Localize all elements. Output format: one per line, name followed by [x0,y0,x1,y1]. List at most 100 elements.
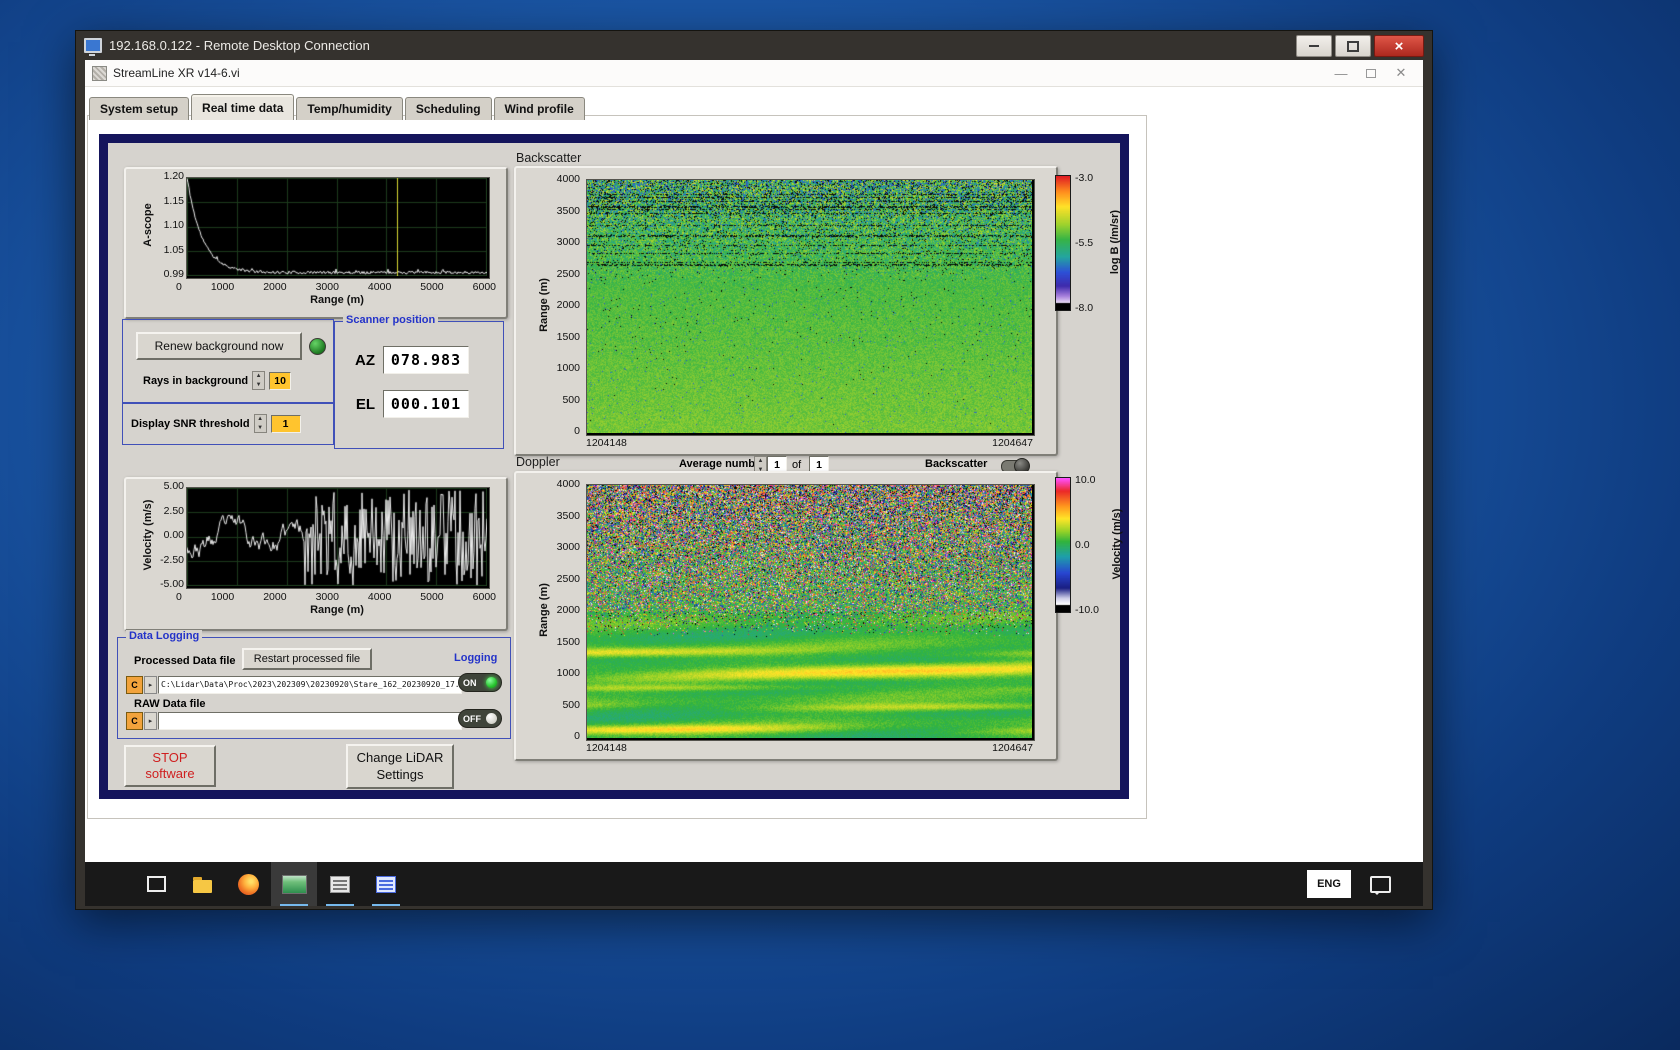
backscatter-plot-area [586,179,1035,436]
notes-app-button[interactable] [363,862,409,906]
firefox-icon [237,873,259,895]
doppler-heatmap-canvas [587,485,1032,738]
tick-label: 4000 [367,591,392,603]
backscatter-colorbar-title: log B (/m/sr) [1109,209,1121,275]
task-view-button[interactable] [133,862,179,906]
tick-label: 1000 [556,667,580,679]
language-indicator[interactable]: ENG [1307,870,1351,898]
tab-wind-profile[interactable]: Wind profile [493,97,585,120]
backscatter-time-start: 1204148 [586,437,627,449]
raw-logging-toggle[interactable]: OFF [458,709,502,728]
tick-label: 10.0 [1075,474,1096,486]
tick-label: 5000 [420,591,444,603]
tick-label: 0.0 [1075,539,1090,551]
tick-label: 4000 [367,281,392,293]
rays-in-background-label: Rays in background [143,374,249,387]
restore-icon [1347,40,1359,52]
tick-label: 3500 [556,204,580,217]
app-close-button[interactable]: ✕ [1386,64,1416,82]
display-snr-threshold-field[interactable]: 1 [270,414,301,433]
toggle-led [486,713,497,724]
doppler-y-axis-label: Range (m) [538,583,550,637]
rdp-window-title: 192.168.0.122 - Remote Desktop Connectio… [109,38,370,53]
tick-label: 3000 [556,541,580,553]
doppler-colorbar-title: Velocity (m/s) [1111,508,1123,580]
tick-label: 1.20 [163,170,184,182]
snr-spinner[interactable]: ▲ ▼ [253,414,267,433]
app-minimize-button[interactable]: — [1326,64,1356,82]
backscatter-heatmap-canvas [587,180,1032,433]
raw-path-control: C ▸ [126,712,462,730]
doppler-y-ticks: 4000 3500 3000 2500 2000 1500 1000 500 0 [550,478,580,742]
velocity-graph: Velocity (m/s) 5.00 2.50 0.00 -2.50 -5.00 01… [124,477,508,631]
tab-temp-humidity[interactable]: Temp/humidity [296,97,403,120]
scan-schedule-app-button[interactable] [317,862,363,906]
stop-software-button[interactable]: STOP software [124,745,216,787]
app-titlebar[interactable]: StreamLine XR v14-6.vi — ✕ [85,60,1423,87]
toggle-led [486,677,497,688]
rdp-titlebar[interactable]: 192.168.0.122 - Remote Desktop Connectio… [76,31,1432,60]
doppler-plot-area [586,484,1035,741]
raw-drive-box[interactable]: C [126,712,143,730]
restart-processed-file-button[interactable]: Restart processed file [242,648,372,670]
app-restore-button[interactable] [1356,64,1386,82]
backscatter-y-axis-label: Range (m) [538,278,550,332]
notification-button[interactable] [1363,862,1397,906]
azimuth-label: AZ [355,351,375,369]
task-view-icon [146,876,166,892]
azimuth-value: 078.983 [383,346,469,374]
tick-label: 2500 [556,572,580,585]
velocity-plot-area [186,487,490,589]
tick-label: 0 [176,281,182,293]
tick-label: 1000 [210,281,235,293]
rdp-window: 192.168.0.122 - Remote Desktop Connectio… [75,30,1433,910]
doppler-colorbar-ticks: 10.0 0.0 -10.0 [1075,474,1099,616]
notes-app-icon [376,875,396,893]
streamline-app-button[interactable] [271,862,317,906]
main-panel: A-scope 1.20 1.15 1.10 1.05 0.99 0 1000 2000 30… [99,134,1129,799]
doppler-graph: Range (m) 4000 3500 3000 2500 2000 1500 1000 50… [514,471,1058,761]
tick-label: 0 [574,425,580,437]
rays-in-background-field[interactable]: 10 [269,371,292,390]
tab-bar: System setup Real time data Temp/humidity S… [85,93,1423,120]
change-lidar-settings-button[interactable]: Change LiDAR Settings [346,744,454,789]
raw-path-field[interactable] [158,712,462,730]
raw-browse-button[interactable]: ▸ [144,712,157,730]
tick-label: 500 [562,698,580,711]
tick-label: 5000 [420,281,444,293]
tick-label: 1000 [210,591,235,603]
file-explorer-button[interactable] [179,862,225,906]
off-label: OFF [463,713,481,724]
labview-vi-icon [92,65,107,81]
tab-real-time-data[interactable]: Real time data [191,94,295,120]
processed-logging-toggle[interactable]: ON [458,673,502,692]
tick-label: 3000 [315,281,339,293]
rdp-minimize-button[interactable] [1296,35,1332,57]
elevation-label: EL [355,395,375,413]
rdp-restore-button[interactable] [1335,35,1371,57]
ascope-plot-area [186,177,490,279]
tick-label: 0.99 [163,268,184,280]
scan-schedule-icon [330,875,350,893]
scanner-position-group: Scanner position AZ 078.983 EL 000.101 [334,314,504,449]
backscatter-colorbar-ticks: -3.0 -5.5 -8.0 [1075,172,1093,314]
processed-browse-button[interactable]: ▸ [144,676,157,694]
of-label: of [792,459,802,471]
firefox-button[interactable] [225,862,271,906]
rays-spinner[interactable]: ▲ ▼ [252,371,266,390]
tick-label: 1.10 [163,219,184,231]
tab-system-setup[interactable]: System setup [89,97,190,120]
renew-background-button[interactable]: Renew background now [136,332,302,360]
doppler-colorbar-canvas [1055,477,1071,613]
processed-path-field[interactable]: C:\Lidar\Data\Proc\2023\202309\20230920\… [158,676,462,694]
desktop: 192.168.0.122 - Remote Desktop Connectio… [0,0,1680,1050]
tab-scheduling[interactable]: Scheduling [404,97,492,120]
processed-drive-box[interactable]: C [126,676,143,694]
backscatter-colorbar: -3.0 -5.5 -8.0 log B (/m/sr) [1055,172,1175,315]
raw-data-file-label: RAW Data file [134,698,206,710]
rdp-close-button[interactable]: × [1374,35,1424,57]
processed-path-control: C ▸ C:\Lidar\Data\Proc\2023\202309\20230… [126,676,462,694]
streamline-app-icon [281,874,307,894]
tick-label: 2000 [263,281,287,293]
tick-label: 2.50 [163,504,184,517]
